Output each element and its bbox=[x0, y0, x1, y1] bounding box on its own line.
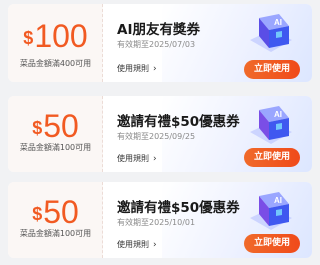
coupon-amount: $50 bbox=[32, 194, 79, 230]
coupon-card: $100 菜品金額滿400可用 AI朋友有獎券 有效期至2025/07/03 使… bbox=[8, 4, 312, 82]
usage-rules-link[interactable]: 使用規則 › bbox=[117, 153, 157, 164]
coupon-condition: 菜品金額滿100可用 bbox=[19, 143, 92, 152]
coupon-condition: 菜品金額滿400可用 bbox=[19, 59, 92, 68]
ai-cube-icon: AI bbox=[250, 192, 292, 230]
coupon-value-panel: $100 菜品金額滿400可用 bbox=[8, 4, 103, 82]
coupon-title: AI朋友有獎券 bbox=[117, 22, 200, 38]
chevron-right-icon: › bbox=[153, 240, 157, 250]
ai-cube-icon: AI bbox=[250, 14, 292, 52]
coupon-card: $50 菜品金額滿100可用 邀請有禮$50優惠券 有效期至2025/09/25… bbox=[8, 96, 312, 172]
usage-rules-link[interactable]: 使用規則 › bbox=[117, 239, 157, 250]
svg-text:AI: AI bbox=[274, 110, 282, 119]
coupon-info-panel: 邀請有禮$50優惠券 有效期至2025/09/25 使用規則 › AI 立即使用 bbox=[103, 96, 312, 172]
chevron-right-icon: › bbox=[153, 64, 157, 74]
coupon-validity: 有效期至2025/09/25 bbox=[117, 132, 196, 141]
coupon-value-panel: $50 菜品金額滿100可用 bbox=[8, 182, 103, 258]
coupon-title: 邀請有禮$50優惠券 bbox=[117, 114, 240, 130]
coupon-value-panel: $50 菜品金額滿100可用 bbox=[8, 96, 103, 172]
chevron-right-icon: › bbox=[153, 154, 157, 164]
use-now-button[interactable]: 立即使用 bbox=[244, 148, 300, 167]
coupon-validity: 有效期至2025/10/01 bbox=[117, 218, 196, 227]
coupon-card: $50 菜品金額滿100可用 邀請有禮$50優惠券 有效期至2025/10/01… bbox=[8, 182, 312, 258]
coupon-info-panel: AI朋友有獎券 有效期至2025/07/03 使用規則 › AI 立即使用 bbox=[103, 4, 312, 82]
use-now-button[interactable]: 立即使用 bbox=[244, 234, 300, 253]
coupon-validity: 有效期至2025/07/03 bbox=[117, 40, 196, 49]
coupon-info-panel: 邀請有禮$50優惠券 有效期至2025/10/01 使用規則 › AI 立即使用 bbox=[103, 182, 312, 258]
coupon-title: 邀請有禮$50優惠券 bbox=[117, 200, 240, 216]
svg-text:AI: AI bbox=[274, 18, 282, 27]
svg-text:AI: AI bbox=[274, 196, 282, 205]
coupon-condition: 菜品金額滿100可用 bbox=[19, 229, 92, 238]
coupon-amount: $100 bbox=[23, 18, 88, 54]
use-now-button[interactable]: 立即使用 bbox=[244, 60, 300, 79]
coupon-amount: $50 bbox=[32, 108, 79, 144]
usage-rules-link[interactable]: 使用規則 › bbox=[117, 63, 157, 74]
ai-cube-icon: AI bbox=[250, 106, 292, 144]
